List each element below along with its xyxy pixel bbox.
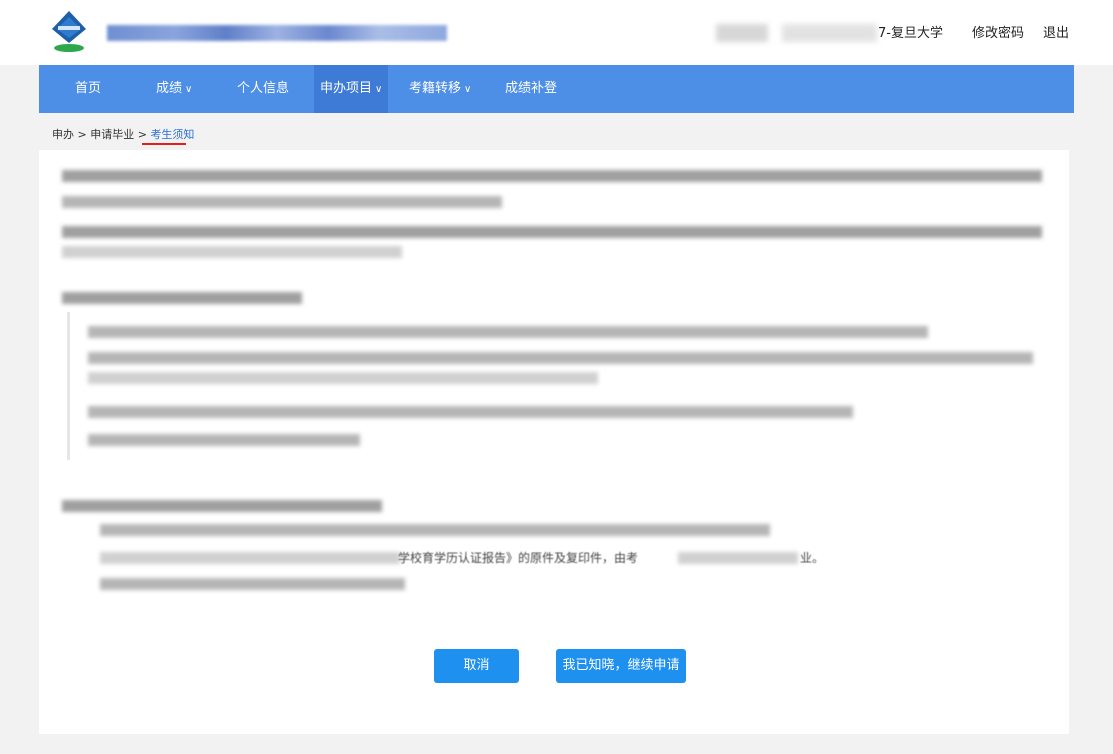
user-name-redacted xyxy=(716,24,768,42)
site-logo[interactable] xyxy=(46,9,92,55)
chevron-down-icon: ∨ xyxy=(185,84,193,95)
main-nav: 首页 成绩 ∨ 个人信息 申办项目 ∨ 考籍转移 ∨ 成绩补登 xyxy=(39,65,1074,113)
cancel-button[interactable]: 取消 xyxy=(434,649,519,683)
nav-score-supplement[interactable]: 成绩补登 xyxy=(505,65,557,113)
nav-personal-info[interactable]: 个人信息 xyxy=(237,65,289,113)
breadcrumb-graduation[interactable]: 申请毕业 xyxy=(90,128,134,141)
redacted-text-line xyxy=(100,524,770,536)
redacted-text-line xyxy=(88,372,598,384)
breadcrumb-separator: > xyxy=(137,128,147,141)
nav-scores[interactable]: 成绩 ∨ xyxy=(156,65,192,113)
user-id-redacted xyxy=(782,24,877,42)
nav-personal-info-label: 个人信息 xyxy=(237,81,290,96)
nav-score-supplement-label: 成绩补登 xyxy=(505,81,558,96)
breadcrumb-separator: > xyxy=(77,128,87,141)
nav-registration-transfer[interactable]: 考籍转移 ∨ xyxy=(409,65,471,113)
change-password-link[interactable]: 修改密码 xyxy=(972,22,1024,41)
nav-home[interactable]: 首页 xyxy=(75,65,101,113)
logout-link[interactable]: 退出 xyxy=(1043,22,1069,41)
redacted-text-line xyxy=(88,406,853,418)
top-header: 7-复旦大学 修改密码 退出 xyxy=(0,0,1113,65)
breadcrumb-current-underline xyxy=(142,143,186,145)
chevron-down-icon: ∨ xyxy=(464,84,472,95)
redacted-text-line xyxy=(678,552,798,564)
breadcrumb-apply[interactable]: 申办 xyxy=(52,128,74,141)
nav-applications-label: 申办项目 xyxy=(320,81,373,96)
redacted-text-line xyxy=(88,326,928,338)
partial-text-fragment: 学校育学历认证报告》的原件及复印件，由考 xyxy=(398,551,639,565)
continue-application-button[interactable]: 我已知晓，继续申请 xyxy=(556,649,686,683)
redacted-heading xyxy=(62,292,302,304)
redacted-text-line xyxy=(100,578,405,590)
nav-applications[interactable]: 申办项目 ∨ xyxy=(314,65,389,113)
redacted-text-line xyxy=(88,352,1033,364)
redacted-text-line xyxy=(62,196,502,208)
breadcrumb-current: 考生须知 xyxy=(150,128,195,141)
redacted-heading xyxy=(62,500,382,512)
nav-home-label: 首页 xyxy=(75,81,102,96)
site-title-redacted xyxy=(107,25,447,41)
partial-text-fragment-end: 业。 xyxy=(800,551,825,565)
redacted-text-line xyxy=(88,434,360,446)
breadcrumb: 申办 > 申请毕业 > 考生须知 xyxy=(52,126,194,142)
user-school: 7-复旦大学 xyxy=(878,26,943,41)
redacted-text-line xyxy=(62,226,1042,238)
redacted-text-line xyxy=(100,552,400,564)
redacted-text-line xyxy=(62,246,402,258)
chevron-down-icon: ∨ xyxy=(375,84,383,95)
quote-bar xyxy=(67,312,70,460)
redacted-text-line xyxy=(62,170,1042,182)
nav-scores-label: 成绩 xyxy=(156,81,183,96)
nav-registration-transfer-label: 考籍转移 xyxy=(409,81,462,96)
